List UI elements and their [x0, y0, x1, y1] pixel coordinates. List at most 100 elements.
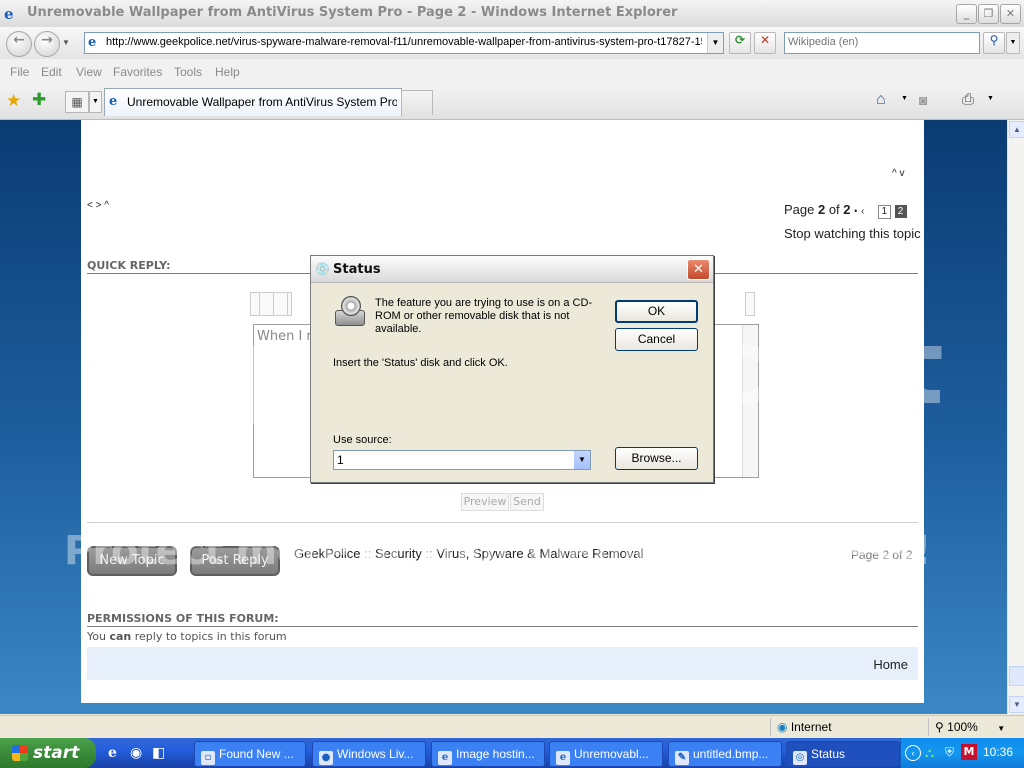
back-button[interactable]: ←: [6, 31, 32, 57]
use-source-select[interactable]: 1 ▼: [333, 450, 591, 470]
start-button[interactable]: start: [0, 738, 96, 768]
taskbar: start e ◉ ◧ ▫ Found New ... ● Windows Liv.…: [0, 738, 1024, 768]
menu-view[interactable]: View: [76, 65, 102, 79]
dialog-title: Status: [333, 262, 381, 277]
taskbar-button-status[interactable]: ◎ Status: [786, 741, 900, 767]
antivirus-icon[interactable]: M: [961, 744, 977, 760]
messenger-icon: ●: [319, 751, 333, 765]
quick-tabs-icon[interactable]: ▦: [65, 91, 89, 113]
feeds-icon[interactable]: ◙: [919, 92, 927, 108]
taskbar-button-found-new[interactable]: ▫ Found New ...: [194, 741, 306, 767]
menu-favorites[interactable]: Favorites: [113, 65, 162, 79]
nav-arrows[interactable]: < > ^: [87, 200, 109, 211]
print-chevron-icon[interactable]: ▼: [987, 95, 994, 102]
quicklaunch-ie-icon[interactable]: e: [108, 745, 117, 761]
taskbar-button-untitled-bmp[interactable]: ✎ untitled.bmp...: [668, 741, 782, 767]
breadcrumb-forum[interactable]: Virus, Spyware & Malware Removal: [436, 546, 643, 561]
editor-toolbar[interactable]: [250, 292, 292, 316]
new-topic-button[interactable]: New Topic: [87, 546, 177, 576]
breadcrumb-geekpolice[interactable]: GeekPolice: [294, 546, 360, 561]
taskbar-button-unremovable[interactable]: e Unremovabl...: [549, 741, 663, 767]
browse-button[interactable]: Browse...: [615, 447, 698, 470]
scroll-down-icon[interactable]: ▼: [1009, 696, 1024, 713]
page-icon: e: [88, 35, 97, 50]
home-icon[interactable]: ⌂: [876, 91, 886, 109]
quicklaunch-desktop-icon[interactable]: ◧: [152, 744, 165, 761]
use-source-label: Use source:: [333, 434, 392, 446]
add-favorite-icon[interactable]: ✚: [32, 90, 46, 110]
taskbar-button-image-hosting[interactable]: e Image hostin...: [431, 741, 545, 767]
disk-icon: 💿: [315, 262, 330, 276]
clock: 10:36: [982, 745, 1013, 759]
taskbar-button-windows-live[interactable]: ● Windows Liv...: [312, 741, 426, 767]
send-button[interactable]: Send: [510, 493, 544, 511]
post-reply-button[interactable]: Post Reply: [190, 546, 280, 576]
recent-pages-chevron-icon[interactable]: ▼: [62, 38, 70, 47]
breadcrumb: GeekPolice :: Security :: Virus, Spyware…: [294, 546, 644, 561]
tab-bar: ★ ✚ ▦ ▼ e Unremovable Wallpaper from Ant…: [0, 85, 1024, 120]
zoom-chevron-icon[interactable]: ▼: [997, 724, 1005, 733]
stop-watching-link[interactable]: Stop watching this topic: [784, 226, 921, 241]
search-icon: ⚲: [989, 33, 999, 47]
dialog-close-button[interactable]: ✕: [687, 259, 710, 280]
menu-file[interactable]: File: [10, 65, 29, 79]
search-input[interactable]: [785, 33, 979, 51]
network-icon[interactable]: ⛬: [925, 745, 934, 761]
dialog-instruction: Insert the 'Status' disk and click OK.: [333, 357, 508, 369]
globe-icon: ◉: [777, 720, 788, 734]
ok-button[interactable]: OK: [615, 300, 698, 323]
zoom-control[interactable]: ⚲ 100% ▼: [928, 718, 1023, 736]
total-pages: 2: [843, 202, 851, 217]
scroll-up-icon[interactable]: ▲: [1009, 121, 1024, 138]
print-icon[interactable]: ⎙: [962, 91, 974, 108]
page-link-2[interactable]: 2: [894, 205, 907, 218]
prev-page-icon[interactable]: ‹: [861, 206, 864, 217]
navigation-bar: ← → ▼ e http://www.geekpolice.net/virus-…: [0, 27, 1024, 59]
scroll-arrows[interactable]: ^ v: [892, 168, 904, 179]
address-bar[interactable]: e http://www.geekpolice.net/virus-spywar…: [84, 32, 724, 54]
textarea-scrollbar[interactable]: [742, 325, 758, 477]
pagination: Page 2 of 2 • ‹ 1 2: [784, 202, 907, 219]
search-button[interactable]: ⚲: [983, 32, 1005, 54]
refresh-button[interactable]: ⟳: [729, 32, 751, 54]
close-window-button[interactable]: ✕: [1000, 4, 1021, 24]
address-dropdown-icon[interactable]: ▼: [707, 33, 723, 53]
page-of-footer: Page 2 of 2: [851, 548, 913, 562]
menu-bar: File Edit View Favorites Tools Help: [0, 59, 1024, 86]
new-tab-button[interactable]: [401, 90, 433, 115]
menu-edit[interactable]: Edit: [41, 65, 62, 79]
reply-text: When I r: [257, 329, 312, 344]
zone-indicator[interactable]: ◉ Internet: [770, 718, 927, 736]
home-link[interactable]: Home: [873, 657, 908, 672]
permissions-heading: PERMISSIONS OF THIS FORUM:: [87, 612, 279, 625]
status-text: [0, 718, 560, 736]
favorites-star-icon[interactable]: ★: [6, 91, 21, 111]
menu-tools[interactable]: Tools: [174, 65, 202, 79]
forward-button[interactable]: →: [34, 31, 60, 57]
scroll-thumb[interactable]: [1009, 666, 1024, 686]
minimize-button[interactable]: _: [956, 4, 977, 24]
quicklaunch-media-icon[interactable]: ◉: [130, 744, 142, 761]
back-arrow-icon: ←: [13, 32, 25, 48]
browser-icon: e: [438, 751, 452, 765]
tab-active[interactable]: e Unremovable Wallpaper from AntiVirus S…: [104, 88, 402, 116]
cancel-button[interactable]: Cancel: [615, 328, 698, 351]
security-icon[interactable]: ⛨: [945, 745, 954, 760]
breadcrumb-security[interactable]: Security: [375, 546, 422, 561]
stop-button[interactable]: ✕: [754, 32, 776, 54]
chevron-down-icon[interactable]: ▼: [574, 451, 590, 469]
tab-list-chevron-icon[interactable]: ▼: [89, 91, 102, 113]
forward-arrow-icon: →: [41, 32, 53, 48]
search-options-chevron-icon[interactable]: ▼: [1006, 32, 1020, 54]
status-dialog: 💿 Status ✕ The feature you are trying to…: [310, 255, 714, 483]
tray-expand-chevron-icon[interactable]: ‹: [905, 745, 921, 761]
page-scrollbar[interactable]: ▲ ▼: [1007, 120, 1024, 714]
url-input[interactable]: http://www.geekpolice.net/virus-spyware-…: [106, 36, 702, 48]
menu-help[interactable]: Help: [215, 65, 240, 79]
restore-button[interactable]: ❐: [978, 4, 999, 24]
page-link-1[interactable]: 1: [877, 205, 891, 219]
search-box[interactable]: [784, 32, 980, 54]
home-chevron-icon[interactable]: ▼: [901, 95, 908, 102]
editor-toolbar-end[interactable]: [745, 292, 755, 316]
preview-button[interactable]: Preview: [461, 493, 509, 511]
